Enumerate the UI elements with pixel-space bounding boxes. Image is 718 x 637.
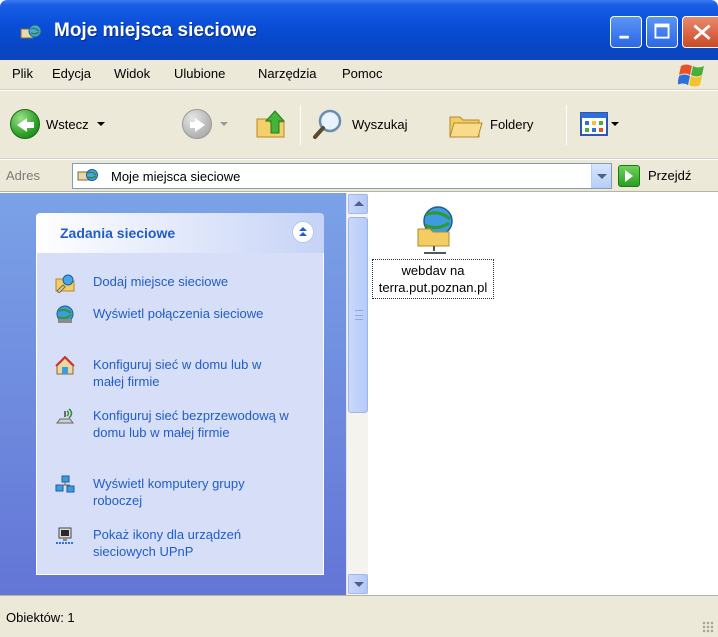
maximize-icon [654, 23, 670, 39]
toolbar-separator [566, 105, 567, 145]
window-title: Moje miejsca sieciowe [54, 20, 257, 41]
task-configure-home-network[interactable]: Konfiguruj sieć w domu lub w małej firmi… [55, 356, 293, 390]
menu-pomoc[interactable]: Pomoc [342, 66, 382, 81]
close-icon [693, 24, 711, 40]
menu-widok[interactable]: Widok [114, 66, 150, 81]
menu-bar: Plik Edycja Widok Ulubione Narzędzia Pom… [0, 60, 718, 90]
search-label: Wyszukaj [352, 116, 408, 132]
upnp-device-icon [56, 527, 74, 544]
collapse-button[interactable] [292, 221, 314, 243]
chevron-up-icon [299, 232, 307, 236]
scroll-thumb[interactable] [348, 217, 368, 413]
maximize-button[interactable] [646, 16, 678, 48]
task-view-network-connections[interactable]: Wyświetl połączenia sieciowe [55, 305, 293, 325]
address-label: Adres [6, 168, 40, 183]
workgroup-computers-icon [55, 475, 75, 493]
panel-header[interactable]: Zadania sieciowe [36, 213, 324, 253]
back-button[interactable]: Wstecz [10, 105, 105, 143]
menu-narzedzia[interactable]: Narzędzia [258, 66, 317, 81]
search-button[interactable]: Wyszukaj [312, 105, 408, 143]
menu-ulubione[interactable]: Ulubione [174, 66, 225, 81]
address-dropdown-button[interactable] [591, 164, 611, 188]
address-value: Moje miejsca sieciowe [111, 169, 241, 184]
add-network-place-icon [55, 274, 75, 293]
vertical-scrollbar[interactable] [346, 193, 368, 595]
forward-arrow-icon [182, 109, 212, 139]
menu-plik[interactable]: Plik [12, 66, 33, 81]
chevron-down-icon[interactable] [611, 122, 619, 126]
grip-icon [355, 310, 363, 320]
home-network-icon [55, 356, 75, 375]
task-show-upnp-icons[interactable]: Pokaż ikony dla urządzeń sieciowych UPnP [55, 526, 293, 560]
back-arrow-icon [10, 109, 40, 139]
address-bar: Adres Moje miejsca sieciowe Przejdź [0, 160, 718, 192]
scroll-up-button[interactable] [348, 194, 368, 214]
go-arrow-icon[interactable] [618, 165, 640, 187]
wireless-network-icon [56, 408, 74, 424]
chevron-up-icon [299, 227, 307, 231]
chevron-down-icon[interactable] [220, 122, 228, 126]
close-button[interactable] [682, 16, 718, 48]
network-places-icon [20, 24, 42, 39]
address-input[interactable]: Moje miejsca sieciowe [72, 163, 612, 189]
chevron-down-icon[interactable] [96, 122, 105, 126]
back-label: Wstecz [46, 116, 89, 132]
go-button-label[interactable]: Przejdź [648, 168, 691, 183]
minimize-icon [619, 35, 629, 39]
task-label: Wyświetl komputery grupy roboczej [93, 476, 245, 508]
task-view-workgroup-computers[interactable]: Wyświetl komputery grupy roboczej [55, 475, 293, 509]
task-configure-wireless-network[interactable]: Konfiguruj sieć bezprzewodową w domu lub… [55, 407, 293, 441]
resize-grip-icon[interactable] [702, 621, 714, 633]
task-label: Dodaj miejsce sieciowe [93, 274, 229, 289]
folders-label: Foldery [490, 116, 534, 132]
toolbar: Wstecz Wyszukaj Foldery [0, 91, 718, 159]
up-folder-button[interactable] [254, 105, 288, 143]
task-label: Konfiguruj sieć w domu lub w małej firmi… [93, 357, 262, 389]
panel-body: Dodaj miejsce sieciowe Wyświetl połączen… [36, 253, 324, 575]
task-pane: Zadania sieciowe Dodaj miejsce sieciowe [0, 193, 346, 595]
network-folder-icon [417, 206, 453, 254]
forward-button[interactable] [182, 105, 228, 143]
task-label: Konfiguruj sieć bezprzewodową w domu lub… [93, 408, 289, 440]
status-text: Obiektów: 1 [6, 610, 75, 625]
toolbar-separator [300, 105, 301, 145]
file-list-area[interactable]: webdav na terra.put.poznan.pl [368, 193, 718, 595]
network-places-icon [77, 169, 98, 181]
status-bar: Obiektów: 1 [0, 595, 718, 637]
search-icon [313, 109, 342, 139]
windows-logo-icon [678, 64, 704, 87]
panel-title: Zadania sieciowe [60, 225, 176, 241]
network-place-label: webdav na terra.put.poznan.pl [372, 259, 494, 299]
folders-icon [449, 116, 483, 138]
network-tasks-panel: Zadania sieciowe Dodaj miejsce sieciowe [36, 213, 324, 575]
network-connections-icon [56, 305, 74, 323]
menu-edycja[interactable]: Edycja [52, 66, 91, 81]
task-label: Wyświetl połączenia sieciowe [93, 306, 264, 321]
task-add-network-place[interactable]: Dodaj miejsce sieciowe [55, 273, 293, 293]
views-button[interactable] [580, 105, 619, 143]
folders-button[interactable]: Foldery [448, 105, 533, 143]
up-folder-icon [256, 110, 286, 138]
scroll-down-button[interactable] [348, 574, 368, 594]
minimize-button[interactable] [610, 16, 642, 48]
views-icon [580, 112, 608, 136]
title-bar[interactable]: Moje miejsca sieciowe [0, 0, 718, 60]
task-label: Pokaż ikony dla urządzeń sieciowych UPnP [93, 527, 242, 559]
